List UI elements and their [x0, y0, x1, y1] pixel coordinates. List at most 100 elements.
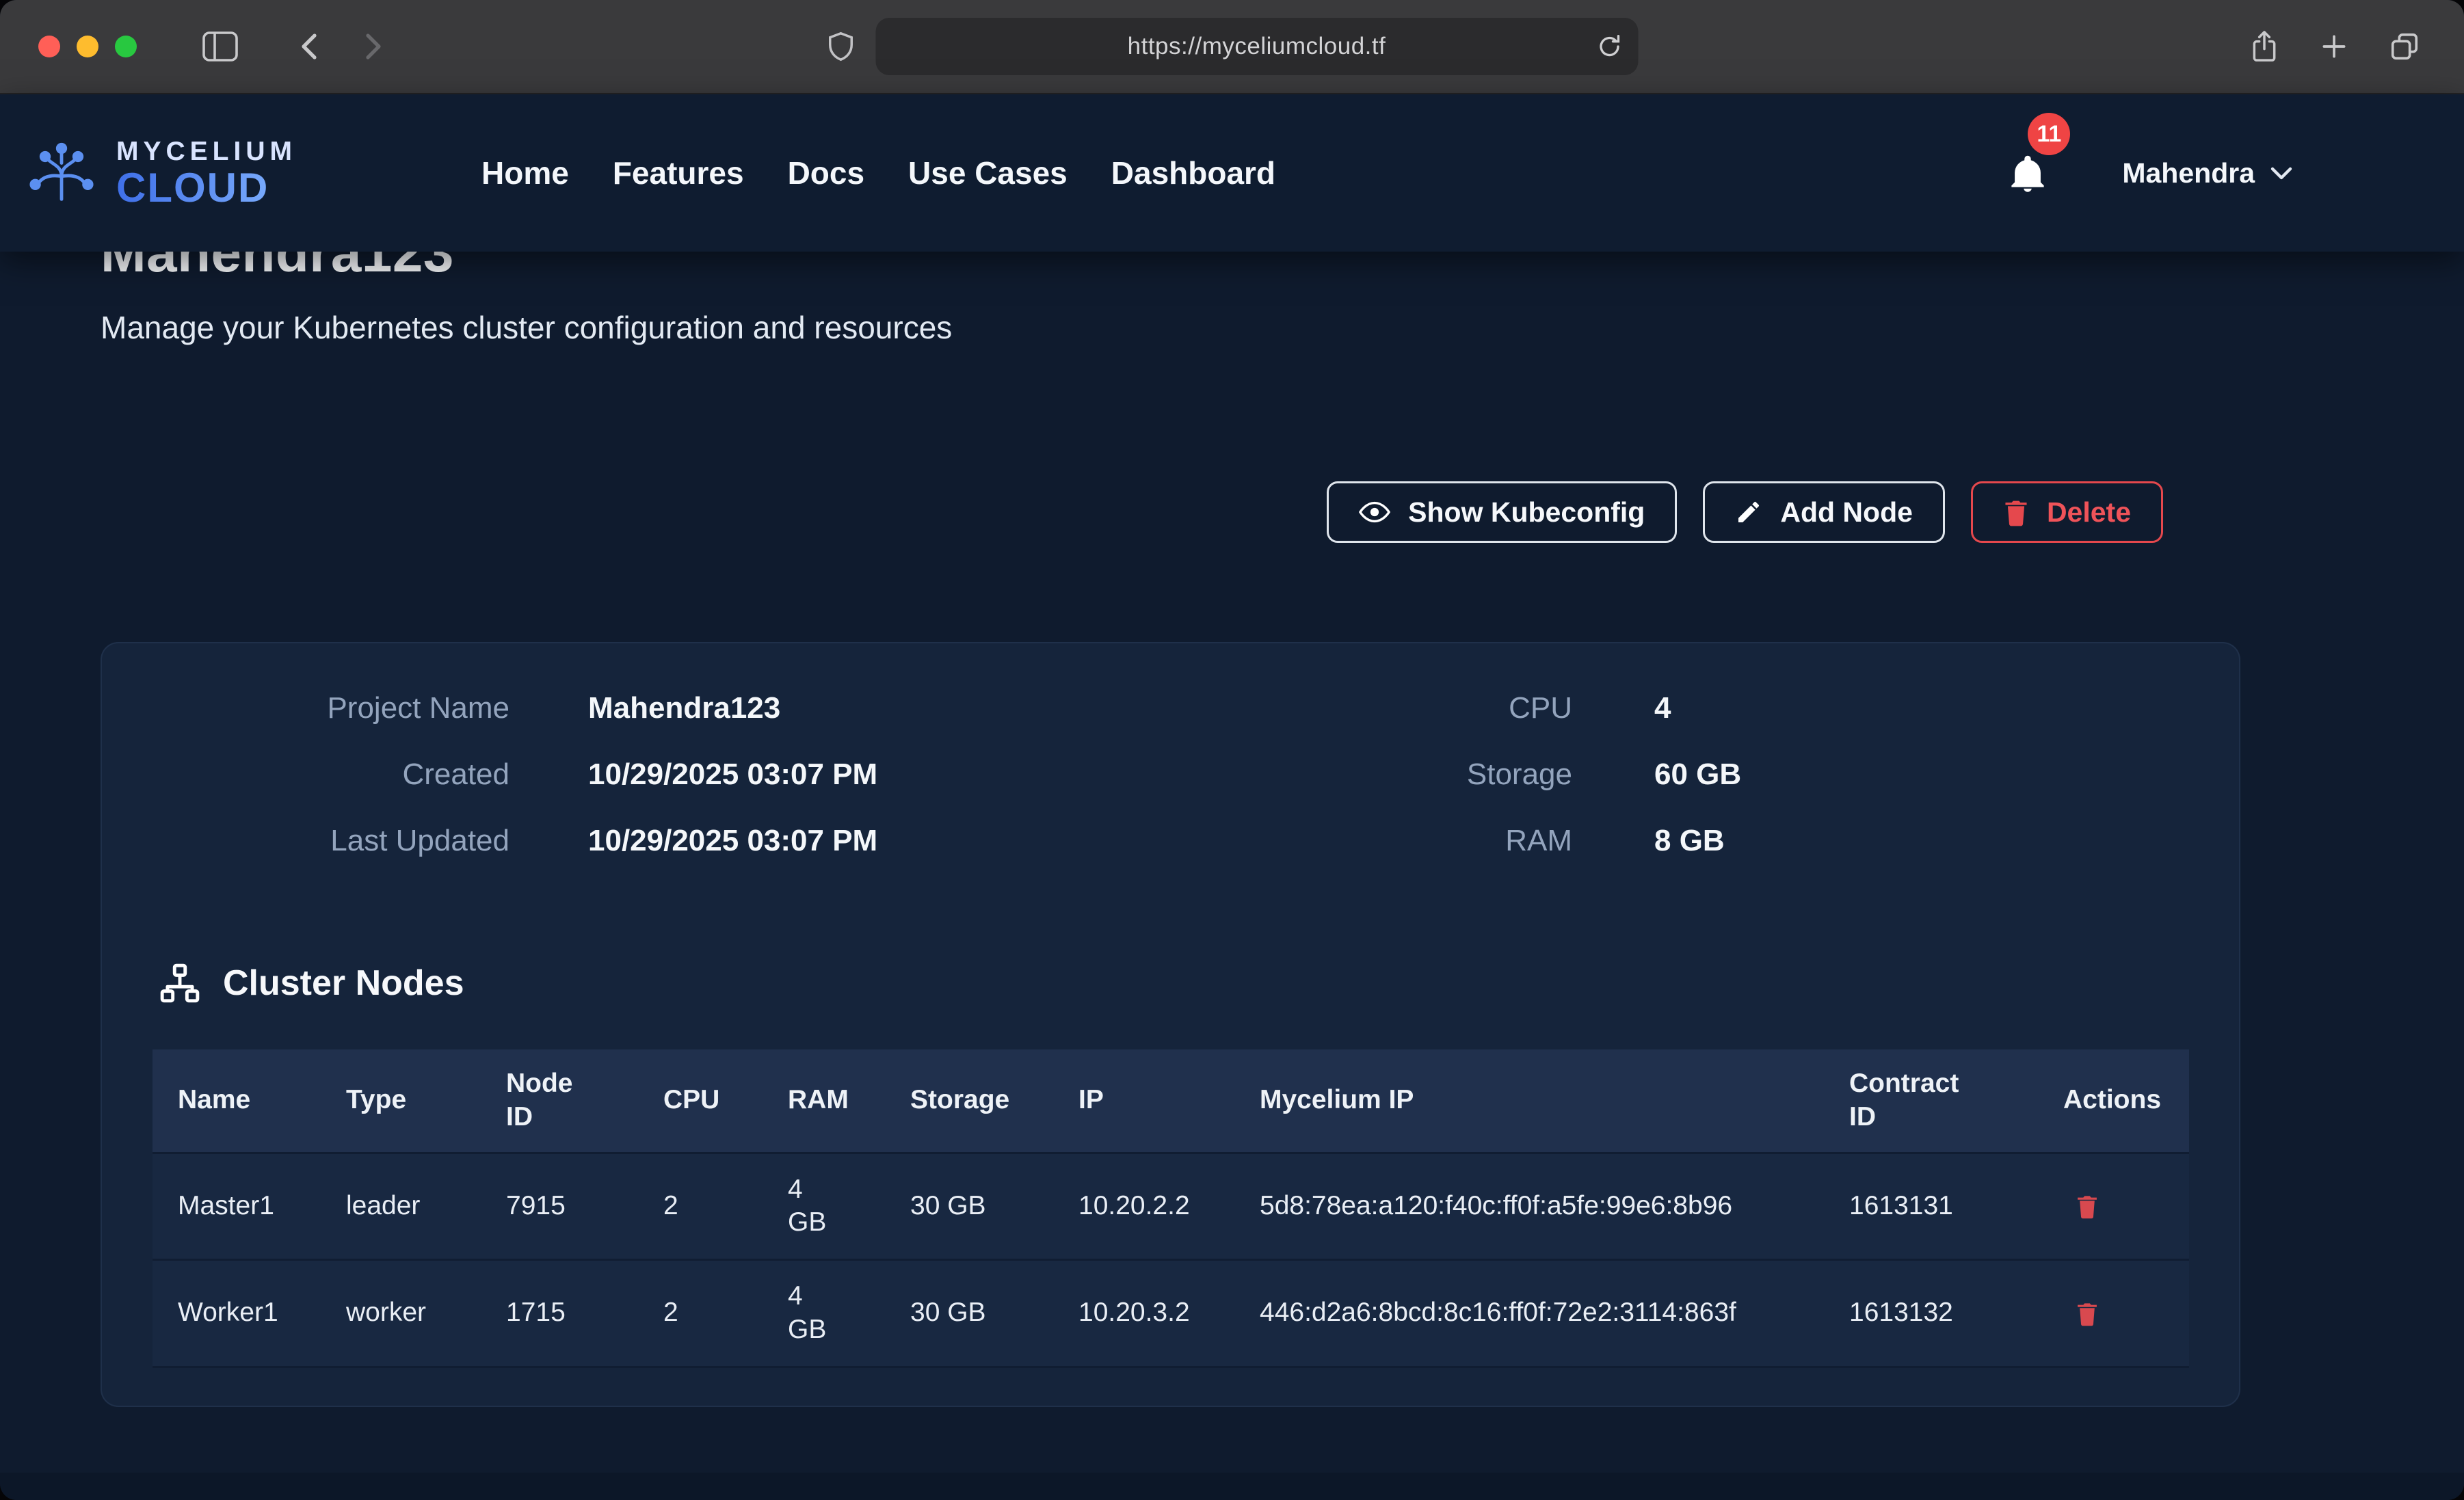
- column-header-node-id: Node ID: [481, 1049, 638, 1153]
- delete-node-button[interactable]: [2076, 1300, 2099, 1326]
- detail-value: 8 GB: [1654, 824, 1725, 858]
- toolbar-right-group: [2249, 29, 2420, 64]
- minimize-window-button[interactable]: [77, 36, 98, 57]
- details-right-group: CPU4Storage60 GBRAM8 GB: [1169, 691, 2239, 890]
- node-row-master1: Master1leader791524 GB30 GB10.20.2.25d8:…: [153, 1153, 2189, 1260]
- trash-icon: [2003, 498, 2029, 526]
- page-subtitle: Manage your Kubernetes cluster configura…: [101, 309, 2464, 346]
- logo-wordmark: MYCELIUM CLOUD: [116, 138, 297, 209]
- detail-value: Mahendra123: [588, 691, 780, 725]
- nav-item-home[interactable]: Home: [481, 155, 569, 191]
- cell-ip: 10.20.2.2: [1053, 1153, 1234, 1260]
- detail-value: 4: [1654, 691, 1671, 725]
- detail-row-project-name: Project Name Mahendra123: [102, 691, 1169, 725]
- cell-cpu: 2: [638, 1153, 763, 1260]
- chevron-down-icon: [2270, 165, 2293, 181]
- column-header-actions: Actions: [2038, 1049, 2189, 1153]
- column-header-ip: IP: [1053, 1049, 1234, 1153]
- details-left-group: Project Name Mahendra123 Created10/29/2025…: [102, 691, 1169, 890]
- cell-ram: 4 GB: [763, 1260, 885, 1367]
- node-row-worker1: Worker1worker171524 GB30 GB10.20.3.2446:…: [153, 1260, 2189, 1367]
- navbar-right-group: 11 Mahendra: [2009, 152, 2293, 193]
- cell-ip: 10.20.3.2: [1053, 1260, 1234, 1367]
- add-node-button[interactable]: Add Node: [1703, 481, 1945, 543]
- sidebar-toggle-icon[interactable]: [202, 31, 238, 62]
- nav-item-use-cases[interactable]: Use Cases: [908, 155, 1068, 191]
- browser-window: https://myceliumcloud.tf: [0, 0, 2464, 1500]
- address-bar-group: https://myceliumcloud.tf: [826, 18, 1638, 75]
- column-header-mycelium-ip: Mycelium IP: [1234, 1049, 1824, 1153]
- column-header-type: Type: [321, 1049, 481, 1153]
- logo-text-bottom: CLOUD: [116, 168, 297, 209]
- detail-label: Last Updated: [102, 824, 509, 858]
- url-text: https://myceliumcloud.tf: [1128, 33, 1386, 60]
- nodes-table: NameTypeNode IDCPURAMStorageIPMycelium I…: [153, 1049, 2189, 1368]
- add-node-label: Add Node: [1780, 496, 1913, 528]
- reload-icon[interactable]: [1595, 33, 1623, 60]
- column-header-name: Name: [153, 1049, 321, 1153]
- column-header-cpu: CPU: [638, 1049, 763, 1153]
- forward-button[interactable]: [358, 30, 386, 63]
- cell-name: Master1: [153, 1153, 321, 1260]
- site-navbar: MYCELIUM CLOUD Home Features Docs Use Cases…: [0, 94, 2464, 252]
- delete-cluster-button[interactable]: Delete: [1971, 481, 2163, 543]
- cell-mycelium_ip: 5d8:78ea:a120:f40c:ff0f:a5fe:99e6:8b96: [1234, 1153, 1824, 1260]
- user-name: Mahendra: [2122, 157, 2255, 189]
- cell-contract_id: 1613132: [1824, 1260, 2038, 1367]
- new-tab-plus-icon[interactable]: [2319, 31, 2349, 62]
- main-content: Mahendra123 Manage your Kubernetes clust…: [0, 252, 2464, 1473]
- cell-node_id: 1715: [481, 1260, 638, 1367]
- share-icon[interactable]: [2249, 29, 2279, 64]
- zoom-window-button[interactable]: [115, 36, 137, 57]
- detail-value: 60 GB: [1654, 758, 1741, 792]
- back-button[interactable]: [297, 30, 324, 63]
- detail-value: 10/29/2025 03:07 PM: [588, 758, 877, 792]
- user-menu-button[interactable]: Mahendra: [2122, 157, 2293, 189]
- nodes-table-head: NameTypeNode IDCPURAMStorageIPMycelium I…: [153, 1049, 2189, 1153]
- trash-icon: [2076, 1300, 2099, 1326]
- cluster-details: Project Name Mahendra123 Created10/29/2025…: [102, 691, 2239, 890]
- column-header-storage: Storage: [885, 1049, 1053, 1153]
- nav-item-docs[interactable]: Docs: [788, 155, 864, 191]
- cell-storage: 30 GB: [885, 1260, 1053, 1367]
- cell-node_id: 7915: [481, 1153, 638, 1260]
- logo-text-top: MYCELIUM: [116, 138, 297, 165]
- cluster-nodes-title: Cluster Nodes: [223, 963, 464, 1004]
- traffic-lights: [38, 36, 137, 57]
- mycelium-logo[interactable]: MYCELIUM CLOUD: [21, 138, 297, 209]
- cluster-details-card: Project Name Mahendra123 Created10/29/2025…: [101, 642, 2240, 1407]
- cell-ram: 4 GB: [763, 1153, 885, 1260]
- sitemap-icon: [159, 962, 201, 1004]
- nav-item-features[interactable]: Features: [613, 155, 744, 191]
- cell-type: worker: [321, 1260, 481, 1367]
- cluster-actions-row: Show Kubeconfig Add Node Delete: [101, 481, 2163, 543]
- nodes-table-header-row: NameTypeNode IDCPURAMStorageIPMycelium I…: [153, 1049, 2189, 1153]
- main-nav-menu: Home Features Docs Use Cases Dashboard: [481, 155, 1275, 191]
- cell-mycelium_ip: 446:d2a6:8bcd:8c16:ff0f:72e2:3114:863f: [1234, 1260, 1824, 1367]
- detail-row-cpu: CPU 4: [1169, 691, 2239, 725]
- notification-badge: 11: [2028, 113, 2070, 155]
- show-kubeconfig-button[interactable]: Show Kubeconfig: [1327, 481, 1677, 543]
- nodes-table-container: NameTypeNode IDCPURAMStorageIPMycelium I…: [153, 1049, 2189, 1368]
- bell-icon: [2009, 152, 2047, 193]
- detail-row-last-updated: Last Updated 10/29/2025 03:07 PM: [102, 824, 1169, 858]
- notifications-button[interactable]: 11: [2009, 152, 2047, 193]
- delete-label: Delete: [2047, 496, 2131, 528]
- detail-value: 10/29/2025 03:07 PM: [588, 824, 877, 858]
- footer-strip: [0, 1473, 2464, 1500]
- delete-node-button[interactable]: [2076, 1193, 2099, 1219]
- eye-icon: [1359, 498, 1390, 526]
- url-bar[interactable]: https://myceliumcloud.tf: [875, 18, 1638, 75]
- detail-row-storage: Storage60 GB: [1169, 758, 2239, 792]
- nodes-table-body: Master1leader791524 GB30 GB10.20.2.25d8:…: [153, 1153, 2189, 1367]
- detail-row-created: Created10/29/2025 03:07 PM: [102, 758, 1169, 792]
- cell-name: Worker1: [153, 1260, 321, 1367]
- detail-label: Project Name: [102, 691, 509, 725]
- nav-item-dashboard[interactable]: Dashboard: [1111, 155, 1275, 191]
- cell-type: leader: [321, 1153, 481, 1260]
- tabs-overview-icon[interactable]: [2389, 31, 2420, 62]
- cell-actions: [2038, 1153, 2189, 1260]
- detail-label: CPU: [1169, 691, 1572, 725]
- close-window-button[interactable]: [38, 36, 60, 57]
- privacy-shield-icon[interactable]: [826, 30, 855, 63]
